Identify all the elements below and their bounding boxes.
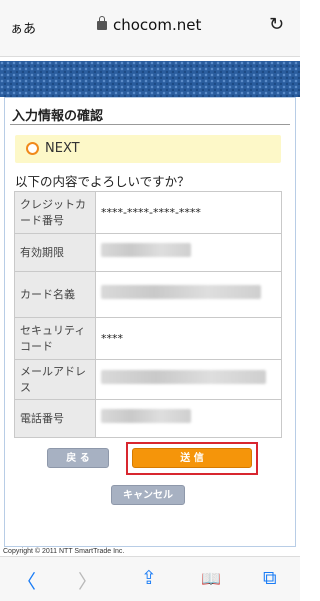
masked-value (101, 370, 266, 384)
table-row: セキュリティコード **** (14, 317, 282, 360)
back-nav-icon[interactable]: 〈 (17, 567, 36, 594)
title-divider (10, 124, 290, 125)
next-step-bar: NEXT (15, 135, 281, 163)
table-row: カード名義 (14, 271, 282, 318)
copyright-text: Copyright © 2011 NTT SmartTrade Inc. (3, 548, 125, 555)
row-value-phone (95, 399, 282, 438)
bookmarks-icon[interactable]: 📖 (201, 569, 221, 588)
table-row: クレジットカード番号 ****-****-****-**** (14, 191, 282, 234)
masked-value (101, 243, 191, 257)
row-label-card-holder: カード名義 (14, 271, 96, 318)
url-text[interactable]: chocom.net (113, 16, 201, 34)
send-button[interactable]: 送 信 (132, 448, 252, 468)
masked-value (101, 285, 261, 299)
page-title: 入力情報の確認 (12, 109, 104, 124)
masked-value (101, 409, 191, 423)
table-row: 電話番号 (14, 399, 282, 438)
row-value-expiry (95, 233, 282, 272)
table-row: 有効期限 (14, 233, 282, 272)
browser-address-bar[interactable]: ぁあ chocom.net ↻ (0, 0, 300, 57)
row-label-security-code: セキュリティコード (14, 317, 96, 360)
browser-toolbar: 〈 〉 ⇪ 📖 ⧉ (0, 556, 300, 601)
row-value-security-code: **** (95, 317, 282, 360)
row-label-email: メールアドレス (14, 359, 96, 400)
confirm-question: 以下の内容でよろしいですか？ (15, 174, 190, 189)
row-value-card-holder (95, 271, 282, 318)
table-row: メールアドレス (14, 359, 282, 400)
next-label: NEXT (45, 141, 80, 156)
lock-icon (97, 16, 107, 30)
circle-icon (26, 142, 39, 155)
header-pattern-band (0, 61, 300, 97)
cancel-button[interactable]: キャンセル (111, 485, 185, 505)
row-value-email (95, 359, 282, 400)
forward-nav-icon[interactable]: 〉 (78, 567, 97, 594)
back-button[interactable]: 戻 る (47, 448, 109, 468)
reload-icon[interactable]: ↻ (269, 14, 284, 35)
row-label-expiry: 有効期限 (14, 233, 96, 272)
page-content: 入力情報の確認 NEXT 以下の内容でよろしいですか？ クレジットカード番号 *… (0, 57, 300, 549)
tabs-icon[interactable]: ⧉ (263, 567, 277, 589)
row-value-card-number: ****-****-****-**** (95, 191, 282, 234)
row-label-phone: 電話番号 (14, 399, 96, 438)
share-icon[interactable]: ⇪ (141, 567, 157, 589)
confirmation-table: クレジットカード番号 ****-****-****-**** 有効期限 カード名… (14, 191, 282, 438)
row-label-card-number: クレジットカード番号 (14, 191, 96, 234)
text-size-button[interactable]: ぁあ (10, 18, 36, 37)
